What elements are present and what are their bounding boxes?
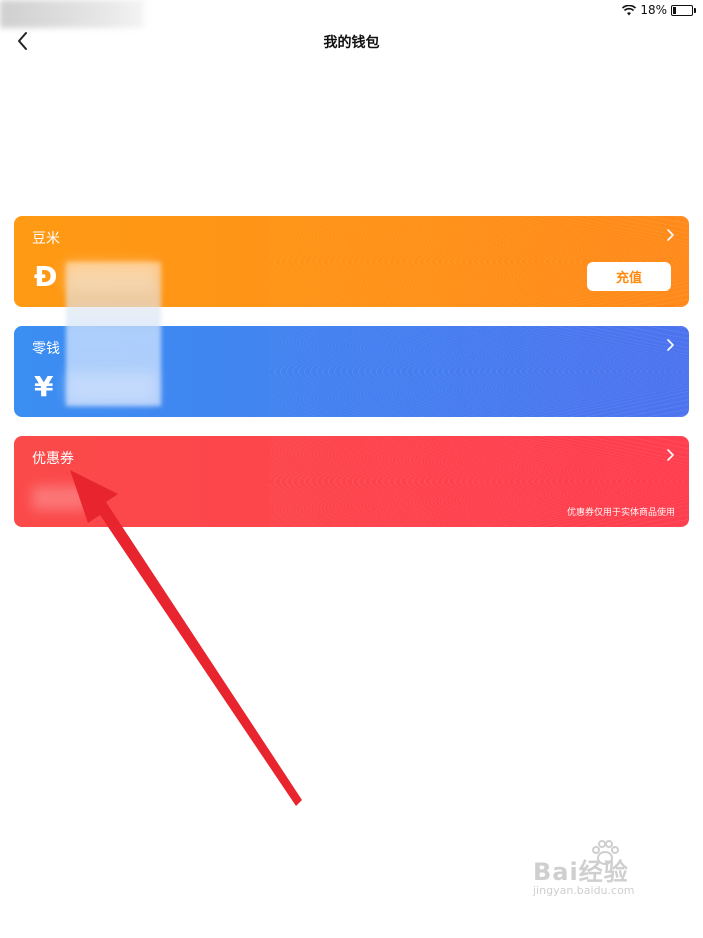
card-pattern [269,326,689,417]
battery-percent: 18% [640,3,667,17]
chevron-right-icon [667,449,674,461]
bean-card-title: 豆米 [32,231,60,247]
coupon-card-title: 优惠券 [32,451,74,467]
navigation-bar: 我的钱包 [0,24,703,60]
bean-currency-icon: Ɖ [34,260,58,293]
coupon-count-hidden [32,486,88,510]
coupon-card[interactable]: 优惠券 优惠券仅用于实体商品使用 [14,436,689,527]
chevron-right-icon [667,229,674,241]
battery-icon [671,4,696,16]
status-bar: 18% [0,0,703,28]
baidu-watermark: Bai经验 jingyan.baidu.com [533,840,663,902]
status-indicators: 18% [622,2,696,18]
yuan-currency-icon: ¥ [34,370,54,403]
chevron-right-icon [667,339,674,351]
coupon-note: 优惠券仅用于实体商品使用 [566,508,675,518]
recharge-button[interactable]: 充值 [587,262,671,291]
watermark-brand: Bai经验 [533,858,629,886]
page-title: 我的钱包 [323,35,380,51]
privacy-blur-overlay [66,262,161,406]
wifi-icon [622,4,637,15]
change-card-title: 零钱 [32,341,60,357]
watermark-url: jingyan.baidu.com [533,884,635,897]
